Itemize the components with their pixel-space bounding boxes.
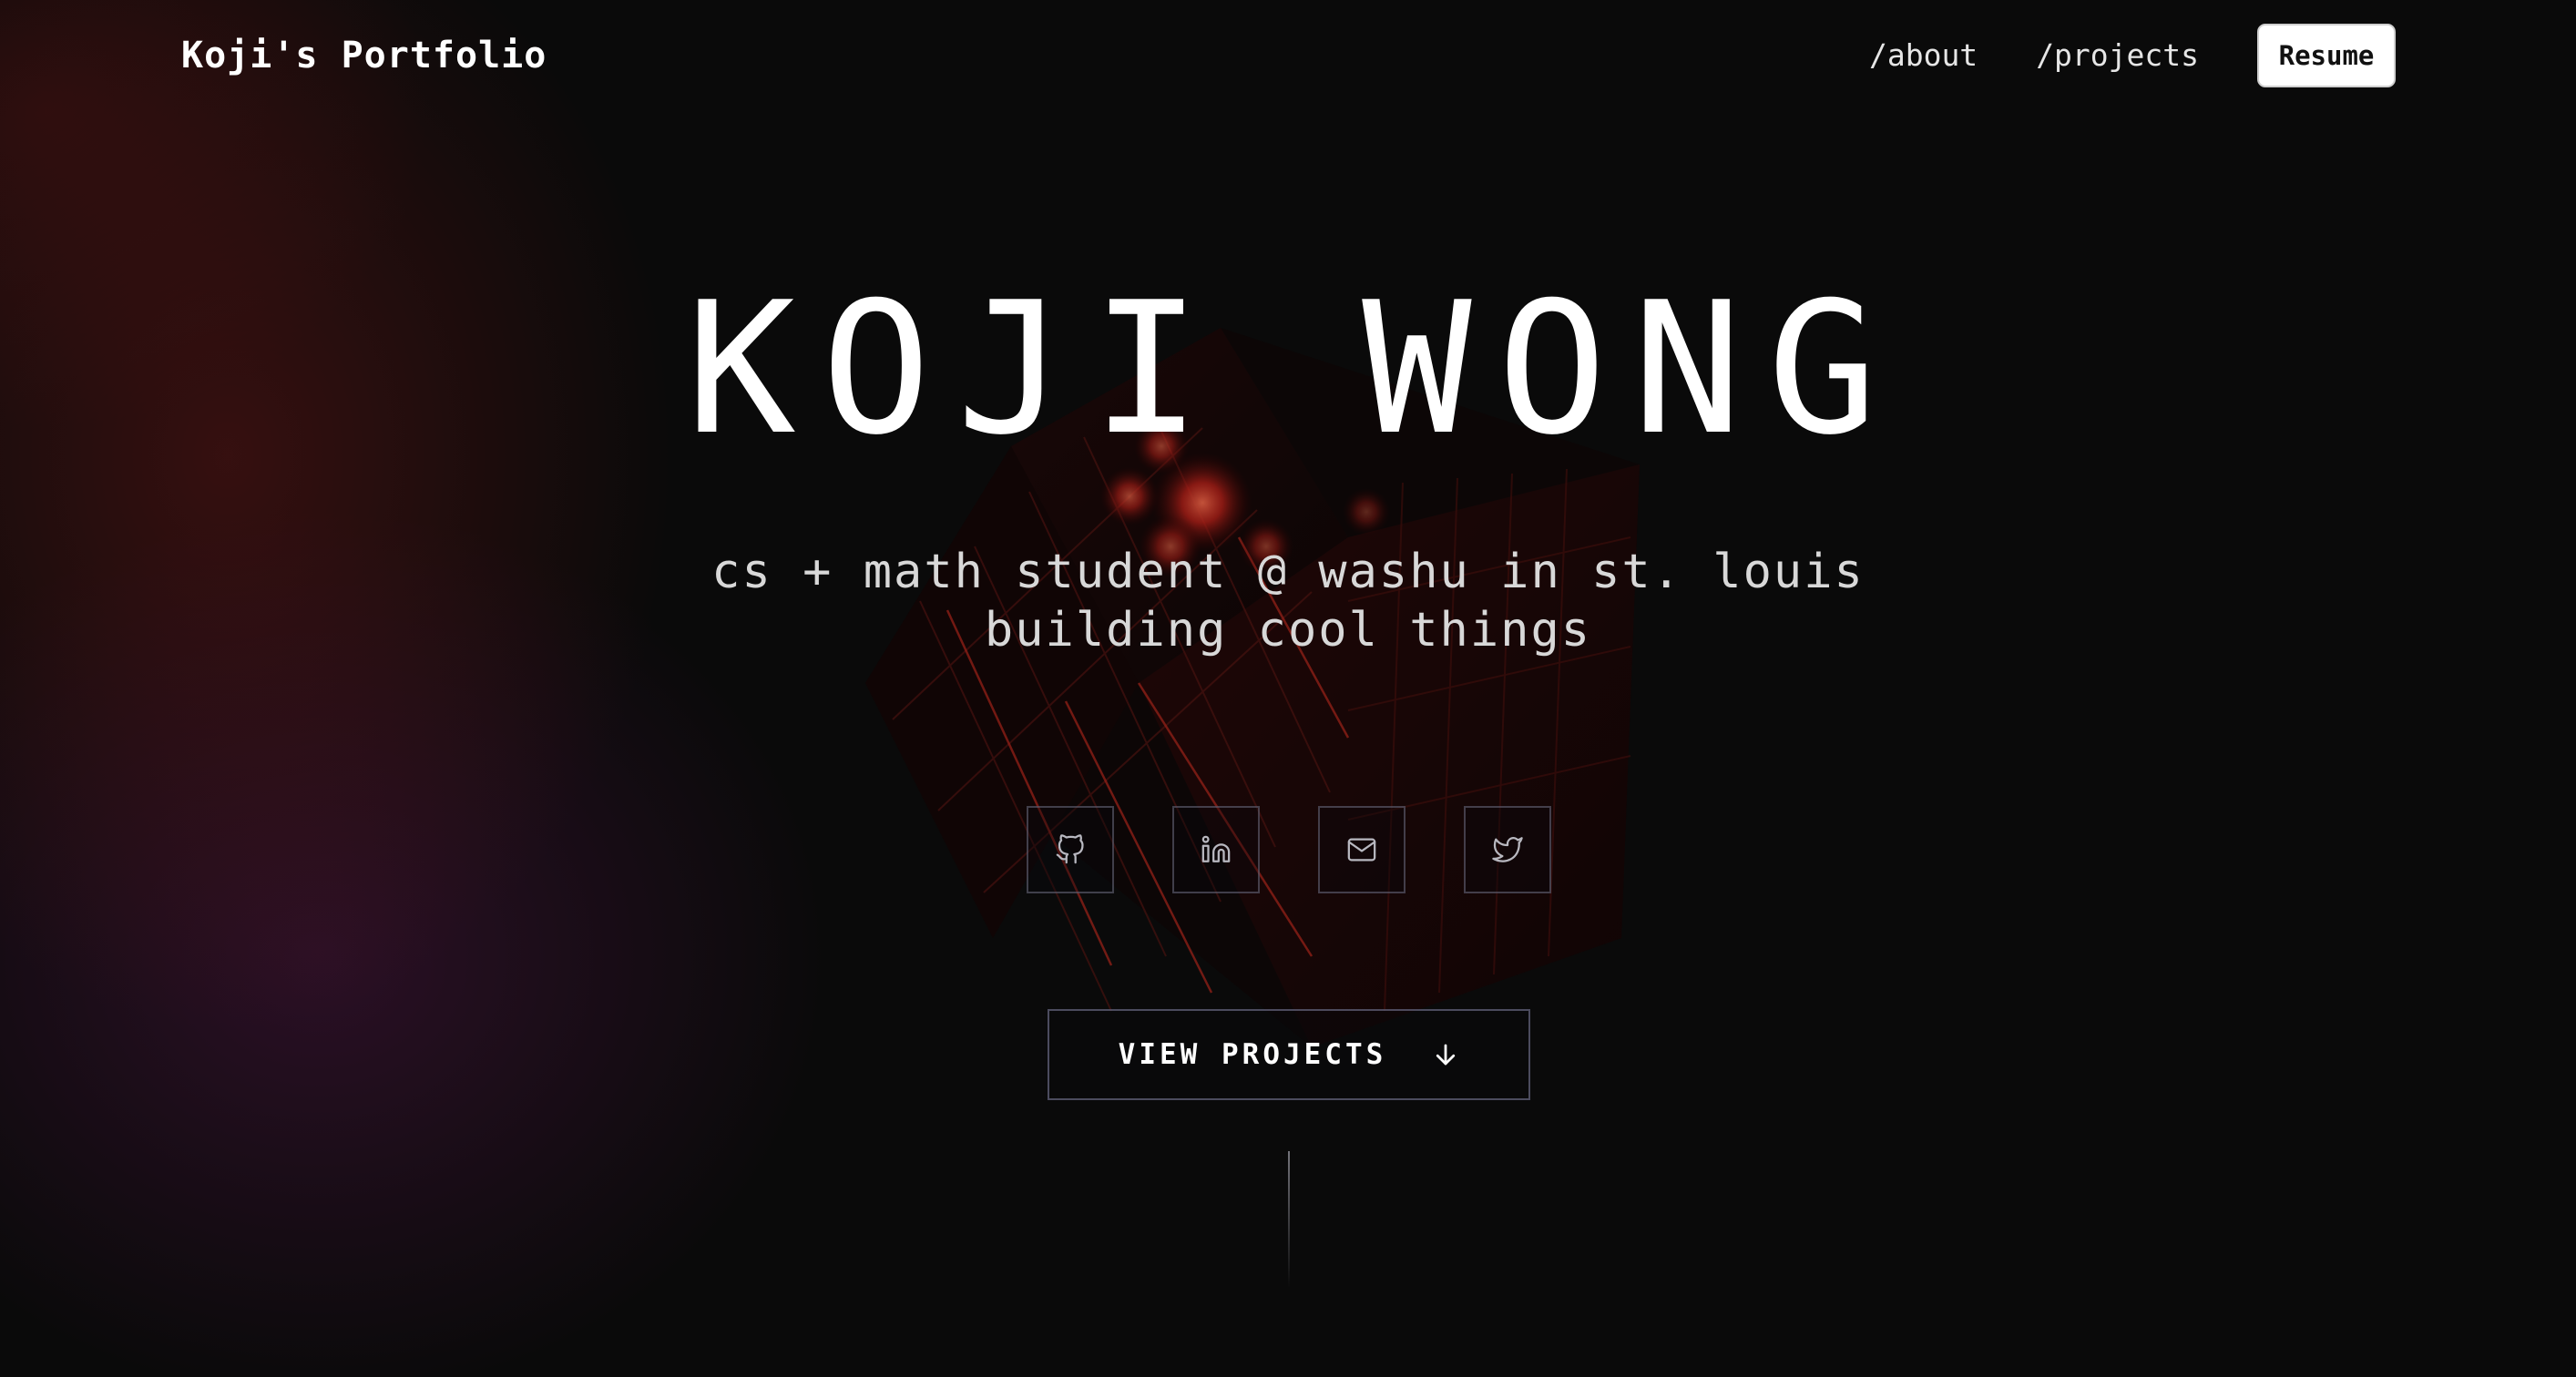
- linkedin-link[interactable]: [1172, 806, 1260, 893]
- github-icon: [1056, 834, 1084, 864]
- site-brand[interactable]: Koji's Portfolio: [181, 35, 547, 76]
- nav-about-link[interactable]: /about: [1869, 24, 1978, 87]
- scroll-indicator: [1288, 1151, 1290, 1288]
- hero-name: KOJI WONG: [686, 263, 1903, 475]
- social-links: [1027, 806, 1551, 893]
- resume-button[interactable]: Resume: [2257, 24, 2396, 87]
- linkedin-icon: [1201, 835, 1231, 862]
- portfolio-page: Koji's Portfolio /about /projects Resume…: [0, 0, 2576, 1377]
- twitter-link[interactable]: [1464, 806, 1551, 893]
- view-projects-button[interactable]: VIEW PROJECTS: [1048, 1009, 1530, 1100]
- mail-icon: [1347, 838, 1376, 862]
- twitter-icon: [1492, 837, 1523, 862]
- nav-projects-link[interactable]: /projects: [2036, 24, 2199, 87]
- top-nav: /about /projects Resume: [1869, 24, 2396, 87]
- hero-subtitle-line2: building cool things: [984, 603, 1592, 658]
- github-link[interactable]: [1027, 806, 1114, 893]
- email-link[interactable]: [1318, 806, 1406, 893]
- view-projects-label: VIEW PROJECTS: [1118, 1038, 1387, 1071]
- arrow-down-icon: [1436, 1044, 1456, 1066]
- hero-subtitle-line1: cs + math student @ washu in st. louis: [711, 545, 1865, 599]
